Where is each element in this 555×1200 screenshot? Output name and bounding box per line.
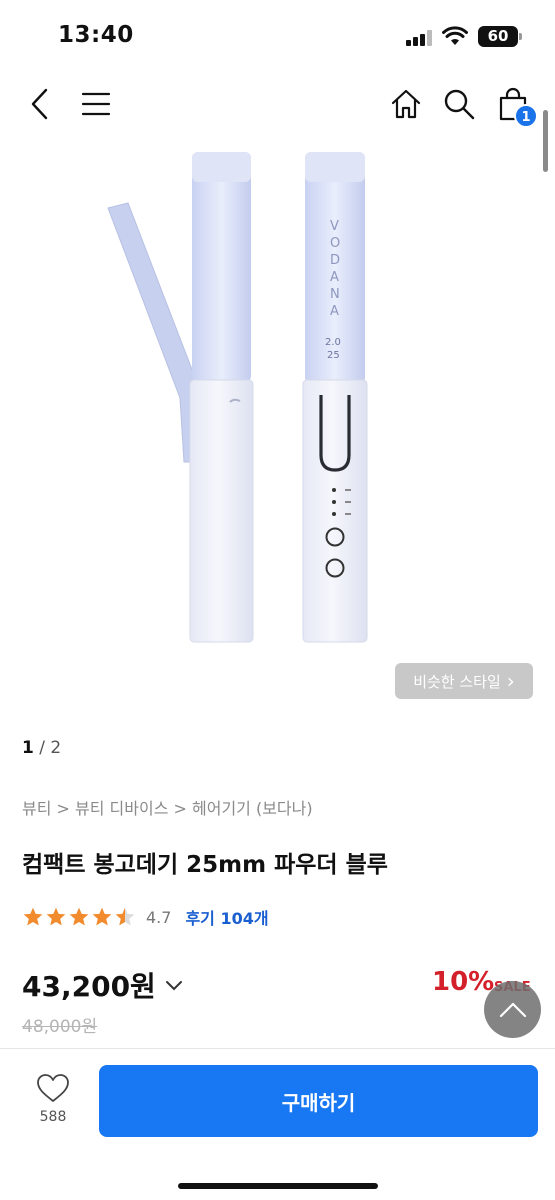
image-pager: 1 / 2 — [22, 738, 61, 758]
star-icon — [23, 907, 43, 926]
bottom-action-bar: 588 구매하기 — [0, 1048, 555, 1200]
heart-icon — [37, 1074, 69, 1102]
hamburger-menu-icon — [81, 92, 111, 116]
star-icon — [46, 907, 66, 926]
buy-button[interactable]: 구매하기 — [99, 1065, 538, 1137]
pager-current: 1 — [22, 738, 34, 758]
like-count: 588 — [39, 1109, 67, 1125]
similar-style-label: 비슷한 스타일 — [413, 672, 501, 691]
home-button[interactable] — [386, 84, 426, 124]
status-bar: 13:40 60 — [0, 0, 555, 70]
status-time: 13:40 — [58, 22, 134, 48]
rating-row: 4.7 후기 104개 — [22, 903, 269, 931]
sale-price: 43,200원 — [22, 970, 156, 1003]
cellular-signal-icon — [406, 30, 434, 46]
wifi-icon — [442, 26, 468, 45]
cart-count-badge: 1 — [514, 104, 538, 128]
star-icon — [92, 907, 112, 926]
discount-rate: 10% — [432, 967, 495, 997]
device-open-view — [107, 152, 254, 643]
product-title: 컴팩트 봉고데기 25mm 파우더 블루 — [22, 852, 388, 878]
battery-indicator: 60 — [478, 26, 522, 47]
menu-button[interactable] — [76, 84, 116, 124]
search-button[interactable] — [439, 84, 479, 124]
chevron-left-icon — [31, 88, 48, 120]
review-count-link[interactable]: 후기 104개 — [185, 905, 268, 929]
rating-stars — [22, 906, 136, 928]
rating-value: 4.7 — [146, 907, 172, 927]
breadcrumb[interactable]: 뷰티 > 뷰티 디바이스 > 헤어기기 (보다나) — [22, 795, 313, 819]
like-button[interactable]: 588 — [28, 1073, 78, 1125]
similar-style-button[interactable]: 비슷한 스타일 › — [395, 663, 533, 699]
chevron-down-icon[interactable] — [164, 978, 184, 992]
chevron-right-icon: › — [506, 669, 515, 693]
home-indicator — [178, 1183, 378, 1189]
pager-total: 2 — [50, 738, 62, 758]
back-button[interactable] — [20, 84, 60, 124]
star-icon — [115, 907, 135, 926]
star-icon — [69, 907, 89, 926]
search-icon — [444, 89, 475, 120]
price-row: 43,200원 — [22, 965, 184, 1005]
scroll-to-top-button[interactable] — [484, 981, 541, 1038]
pager-separator: / — [33, 738, 51, 758]
original-price: 48,000원 — [22, 1017, 98, 1037]
device-size-label-b: 25 — [327, 350, 340, 361]
chevron-up-icon — [499, 1002, 526, 1017]
device-size-label-a: 2.0 — [325, 337, 341, 348]
home-icon — [391, 89, 421, 119]
top-nav — [0, 78, 555, 130]
device-closed-view: VODANA 2.0 25 — [302, 152, 368, 643]
product-image[interactable]: VODANA 2.0 25 — [0, 140, 555, 720]
